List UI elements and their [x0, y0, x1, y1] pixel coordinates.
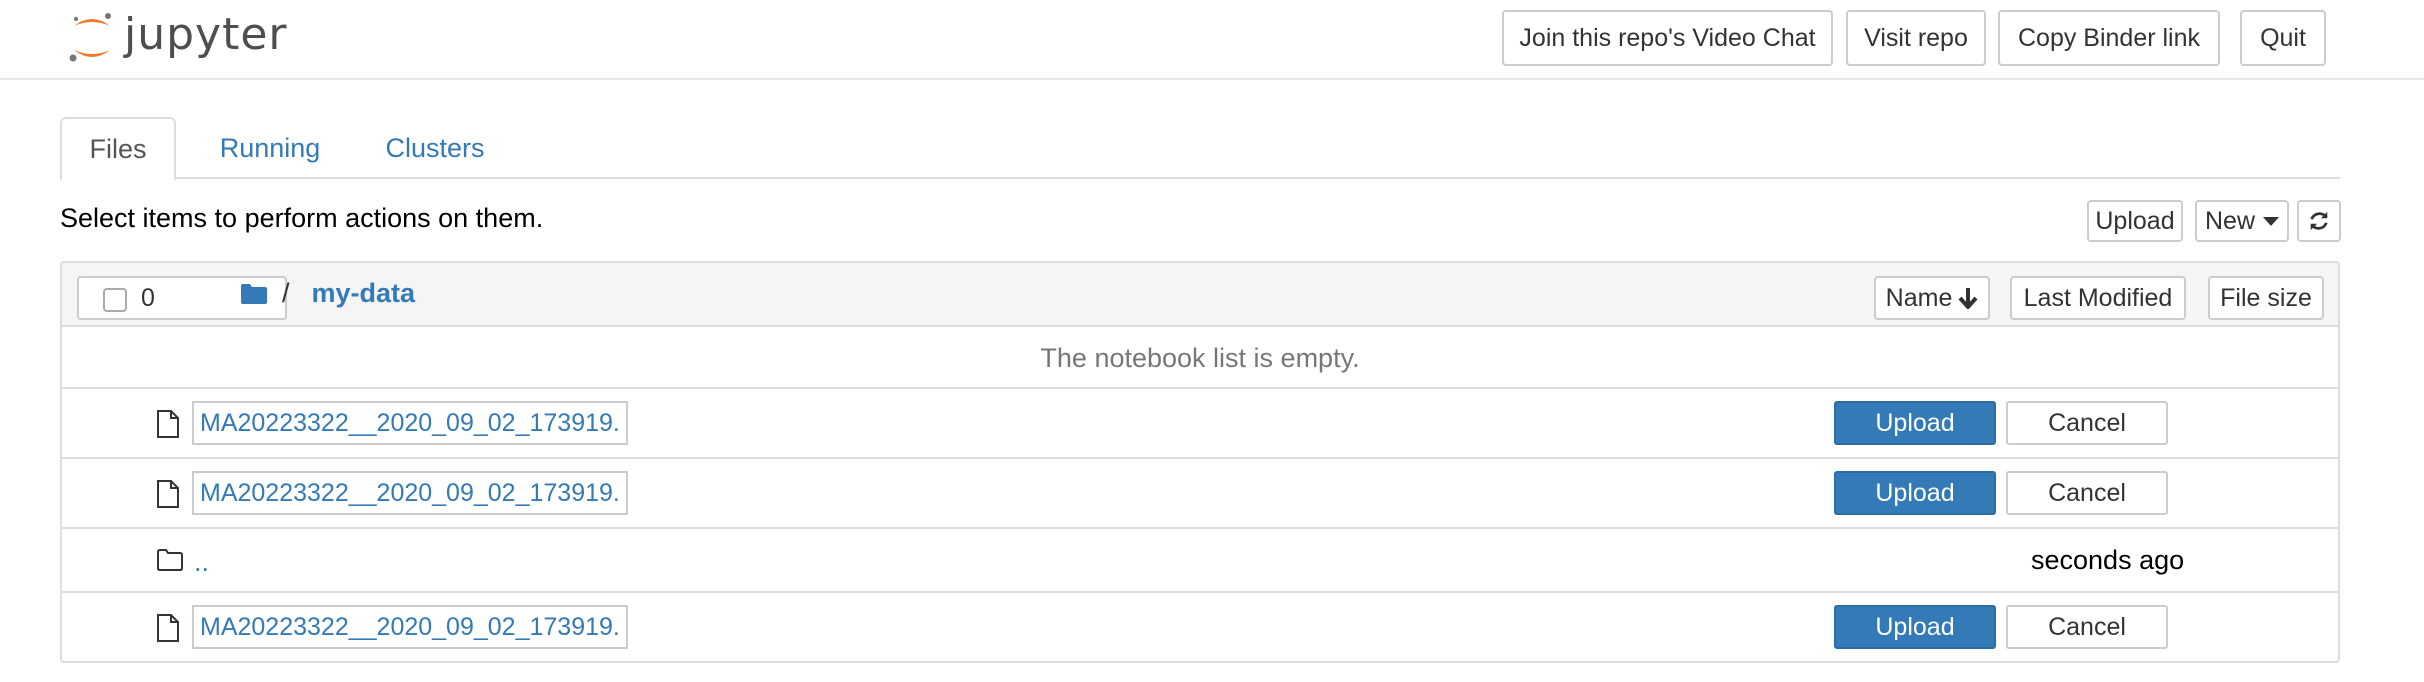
quit-button[interactable]: Quit	[2240, 10, 2326, 66]
cancel-upload-button[interactable]: Cancel	[2006, 605, 2168, 649]
file-icon	[157, 614, 179, 642]
jupyter-logo[interactable]: jupyter	[68, 8, 288, 68]
select-all[interactable]: 0	[77, 276, 225, 320]
upload-filename-input[interactable]: MA20223322__2020_09_02_173919.	[192, 471, 628, 515]
upload-filename-input[interactable]: MA20223322__2020_09_02_173919.	[192, 605, 628, 649]
upload-file-button[interactable]: Upload	[1834, 605, 1996, 649]
file-icon	[157, 480, 179, 508]
upload-button[interactable]: Upload	[2087, 200, 2183, 242]
visit-repo-button[interactable]: Visit repo	[1846, 10, 1986, 66]
file-icon	[157, 410, 179, 438]
instructions-text: Select items to perform actions on them.	[60, 203, 544, 233]
refresh-button[interactable]	[2297, 200, 2341, 242]
breadcrumb-separator: /	[282, 278, 290, 308]
sort-file-size-button[interactable]: File size	[2208, 276, 2324, 320]
logo-text: jupyter	[124, 8, 288, 60]
sort-name-button[interactable]: Name	[1874, 276, 1990, 320]
tab-files[interactable]: Files	[60, 117, 176, 181]
cancel-upload-button[interactable]: Cancel	[2006, 471, 2168, 515]
breadcrumb: / my-data	[240, 278, 416, 309]
notebook-list: 0 / my-data Name Last Modified File size…	[60, 261, 2340, 663]
breadcrumb-current-dir[interactable]: my-data	[312, 278, 416, 309]
tab-bar: Files Running Clusters	[60, 117, 2340, 181]
new-dropdown-button[interactable]: New	[2195, 200, 2289, 242]
header-bar: jupyter Join this repo's Video Chat Visi…	[0, 0, 2424, 80]
tab-running[interactable]: Running	[200, 117, 340, 179]
folder-icon[interactable]	[240, 283, 268, 305]
video-chat-button[interactable]: Join this repo's Video Chat	[1502, 10, 1833, 66]
arrow-down-icon	[1958, 288, 1978, 309]
cancel-upload-button[interactable]: Cancel	[2006, 401, 2168, 445]
chevron-down-icon	[2263, 216, 2279, 226]
new-button-label: New	[2204, 206, 2255, 235]
select-all-checkbox[interactable]	[103, 288, 127, 312]
folder-outline-icon	[157, 549, 183, 571]
list-item: MA20223322__2020_09_02_173919. Upload Ca…	[62, 391, 2338, 459]
empty-list-message: The notebook list is empty.	[62, 329, 2338, 389]
selected-count: 0	[141, 284, 155, 312]
upload-file-button[interactable]: Upload	[1834, 401, 1996, 445]
sort-name-label: Name	[1885, 283, 1953, 312]
list-item: MA20223322__2020_09_02_173919. Upload Ca…	[62, 461, 2338, 529]
list-item: MA20223322__2020_09_02_173919. Upload Ca…	[62, 595, 2338, 661]
parent-directory-link[interactable]: ..	[194, 547, 209, 578]
upload-file-button[interactable]: Upload	[1834, 471, 1996, 515]
jupyter-logo-icon	[69, 13, 111, 62]
refresh-icon	[2310, 211, 2328, 231]
copy-binder-link-button[interactable]: Copy Binder link	[1998, 10, 2220, 66]
last-modified-text: seconds ago	[2031, 545, 2185, 575]
parent-directory-row[interactable]: .. seconds ago	[62, 531, 2338, 593]
tab-clusters[interactable]: Clusters	[360, 117, 510, 179]
sort-last-modified-button[interactable]: Last Modified	[2010, 276, 2186, 320]
upload-filename-input[interactable]: MA20223322__2020_09_02_173919.	[192, 401, 628, 445]
list-header: 0 / my-data Name Last Modified File size	[62, 263, 2338, 327]
